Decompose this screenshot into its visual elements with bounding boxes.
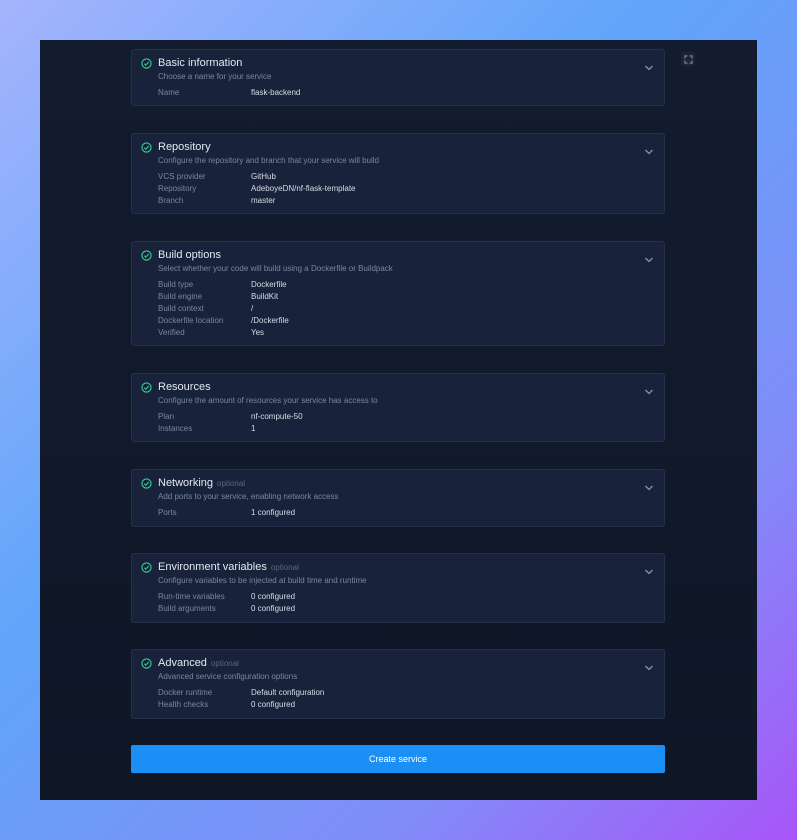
chevron-down-icon[interactable] xyxy=(644,148,654,156)
section-details: Run-time variables 0 configured Build arg… xyxy=(158,591,295,615)
optional-tag: optional xyxy=(217,479,246,488)
check-circle-icon xyxy=(141,382,152,393)
chevron-down-icon[interactable] xyxy=(644,64,654,72)
section-environment-variables[interactable]: Environment variables optional Configure … xyxy=(131,553,665,623)
chevron-down-icon[interactable] xyxy=(644,256,654,264)
section-details: Docker runtime Default configuration Heal… xyxy=(158,687,324,711)
detail-value: nf-compute-50 xyxy=(251,412,303,421)
section-build-options[interactable]: Build options Select whether your code w… xyxy=(131,241,665,346)
optional-tag: optional xyxy=(210,659,239,668)
section-details: Build type Dockerfile Build engine BuildKi… xyxy=(158,279,289,339)
check-circle-icon xyxy=(141,142,152,153)
detail-row: Ports 1 configured xyxy=(158,507,295,519)
section-title: Build options xyxy=(158,249,221,261)
section-description: Add ports to your service, enabling netw… xyxy=(158,492,339,501)
check-circle-icon xyxy=(141,250,152,261)
detail-label: VCS provider xyxy=(158,172,206,181)
chevron-down-icon[interactable] xyxy=(644,568,654,576)
detail-label: Docker runtime xyxy=(158,688,213,697)
check-circle-icon xyxy=(141,58,152,69)
optional-tag: optional xyxy=(270,563,299,572)
create-service-panel: Basic information Choose a name for your… xyxy=(40,40,757,800)
section-description: Choose a name for your service xyxy=(158,72,272,81)
section-title: Environment variables optional xyxy=(158,561,299,573)
detail-value: 0 configured xyxy=(251,604,296,613)
expand-icon[interactable] xyxy=(681,52,695,66)
detail-value: 0 configured xyxy=(251,700,296,709)
detail-label: Build context xyxy=(158,304,204,313)
section-description: Configure variables to be injected at bu… xyxy=(158,576,367,585)
detail-value: Dockerfile xyxy=(251,280,287,289)
detail-value: flask-backend xyxy=(251,88,301,97)
detail-label: Verified xyxy=(158,328,185,337)
section-repository[interactable]: Repository Configure the repository and … xyxy=(131,133,665,214)
section-details: Ports 1 configured xyxy=(158,507,295,519)
detail-row: Health checks 0 configured xyxy=(158,699,324,711)
section-details: Plan nf-compute-50 Instances 1 xyxy=(158,411,303,435)
detail-label: Dockerfile location xyxy=(158,316,224,325)
check-circle-icon xyxy=(141,562,152,573)
section-description: Configure the amount of resources your s… xyxy=(158,396,378,405)
detail-value: GitHub xyxy=(251,172,276,181)
section-title: Resources xyxy=(158,381,211,393)
detail-value: AdeboyeDN/nf-flask-template xyxy=(251,184,356,193)
detail-value: 0 configured xyxy=(251,592,296,601)
detail-value: BuildKit xyxy=(251,292,279,301)
detail-label: Plan xyxy=(158,412,175,421)
detail-label: Run-time variables xyxy=(158,592,225,601)
detail-row: Plan nf-compute-50 xyxy=(158,411,303,423)
section-description: Advanced service configuration options xyxy=(158,672,298,681)
section-title: Networking optional xyxy=(158,477,246,489)
detail-value: Yes xyxy=(251,328,265,337)
detail-row: Dockerfile location/Dockerfile xyxy=(158,315,289,327)
detail-value: /Dockerfile xyxy=(251,316,289,325)
detail-row: Build engine BuildKit xyxy=(158,291,289,303)
detail-label: Build type xyxy=(158,280,194,289)
section-title: Advanced optional xyxy=(158,657,239,669)
section-advanced[interactable]: Advanced optional Advanced service config… xyxy=(131,649,665,719)
detail-row: Build arguments 0 configured xyxy=(158,603,295,615)
create-service-button[interactable]: Create service xyxy=(131,745,665,773)
chevron-down-icon[interactable] xyxy=(644,484,654,492)
detail-row: Verified Yes xyxy=(158,327,289,339)
detail-row: Build context / xyxy=(158,303,289,315)
detail-row: Repository AdeboyeDN/nf-flask-template xyxy=(158,183,356,195)
detail-label: Build engine xyxy=(158,292,203,301)
section-networking[interactable]: Networking optional Add ports to your ser… xyxy=(131,469,665,527)
detail-label: Build arguments xyxy=(158,604,216,613)
section-details: VCS provider GitHub Repository AdeboyeDN/n… xyxy=(158,171,356,207)
detail-row: Name flask-backend xyxy=(158,87,300,99)
detail-label: Ports xyxy=(158,508,177,517)
detail-label: Health checks xyxy=(158,700,209,709)
section-description: Select whether your code will build usin… xyxy=(158,264,393,273)
detail-value: master xyxy=(251,196,276,205)
detail-row: Build type Dockerfile xyxy=(158,279,289,291)
detail-label: Repository xyxy=(158,184,197,193)
detail-row: Run-time variables 0 configured xyxy=(158,591,295,603)
detail-value: / xyxy=(251,304,254,313)
section-resources[interactable]: Resources Configure the amount of resour… xyxy=(131,373,665,442)
section-details: Name flask-backend xyxy=(158,87,300,99)
detail-row: VCS provider GitHub xyxy=(158,171,356,183)
detail-value: 1 xyxy=(251,424,256,433)
check-circle-icon xyxy=(141,478,152,489)
detail-row: Instances 1 xyxy=(158,423,303,435)
chevron-down-icon[interactable] xyxy=(644,388,654,396)
check-circle-icon xyxy=(141,658,152,669)
detail-value: 1 configured xyxy=(251,508,296,517)
detail-label: Name xyxy=(158,88,180,97)
section-basic-information[interactable]: Basic information Choose a name for your… xyxy=(131,49,665,106)
detail-row: Branch master xyxy=(158,195,356,207)
detail-label: Branch xyxy=(158,196,184,205)
chevron-down-icon[interactable] xyxy=(644,664,654,672)
detail-value: Default configuration xyxy=(251,688,325,697)
detail-label: Instances xyxy=(158,424,193,433)
section-title: Repository xyxy=(158,141,211,153)
detail-row: Docker runtime Default configuration xyxy=(158,687,324,699)
section-title: Basic information xyxy=(158,57,243,69)
section-description: Configure the repository and branch that… xyxy=(158,156,380,165)
